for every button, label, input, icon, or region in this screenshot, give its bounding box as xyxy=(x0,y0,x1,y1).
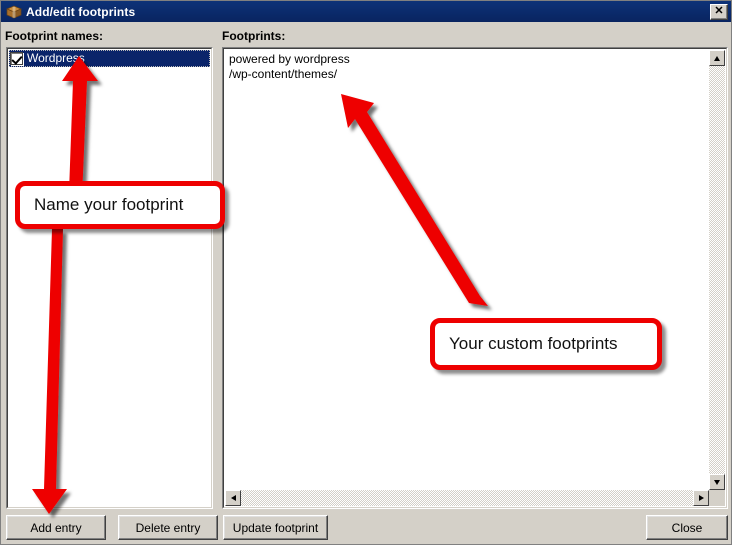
horizontal-scrollbar[interactable] xyxy=(225,490,709,506)
package-icon xyxy=(6,4,22,20)
scrollbar-corner xyxy=(709,490,725,506)
list-item[interactable]: Wordpress xyxy=(9,50,210,67)
window-title: Add/edit footprints xyxy=(26,4,136,19)
close-icon[interactable]: ✕ xyxy=(710,3,728,20)
callout-name-your-footprint[interactable]: Name your footprint xyxy=(15,181,225,229)
title-bar: Add/edit footprints ✕ xyxy=(1,1,731,22)
footprints-text: powered by wordpress /wp-content/themes/ xyxy=(229,52,350,81)
footprint-names-list[interactable]: Wordpress xyxy=(6,47,213,509)
scroll-left-icon[interactable] xyxy=(225,490,241,506)
footprints-textarea[interactable]: powered by wordpress /wp-content/themes/ xyxy=(222,47,728,509)
callout-name-label: Name your footprint xyxy=(34,195,184,214)
callout-custom-label: Your custom footprints xyxy=(449,334,618,353)
scroll-down-icon[interactable] xyxy=(709,474,725,490)
close-button[interactable]: Close xyxy=(646,515,728,540)
update-footprint-button[interactable]: Update footprint xyxy=(223,515,328,540)
callout-your-custom-footprints[interactable]: Your custom footprints xyxy=(430,318,662,370)
scroll-up-icon[interactable] xyxy=(709,50,725,66)
add-edit-footprints-window: Add/edit footprints ✕ Footprint names: F… xyxy=(0,0,732,545)
add-entry-button[interactable]: Add entry xyxy=(6,515,106,540)
footprint-names-label: Footprint names: xyxy=(5,29,103,43)
footprints-label: Footprints: xyxy=(222,29,286,43)
vertical-scrollbar[interactable] xyxy=(709,50,725,490)
delete-entry-button[interactable]: Delete entry xyxy=(118,515,218,540)
scroll-right-icon[interactable] xyxy=(693,490,709,506)
list-item-label: Wordpress xyxy=(27,51,85,65)
checkbox-checked-icon[interactable] xyxy=(10,52,23,65)
